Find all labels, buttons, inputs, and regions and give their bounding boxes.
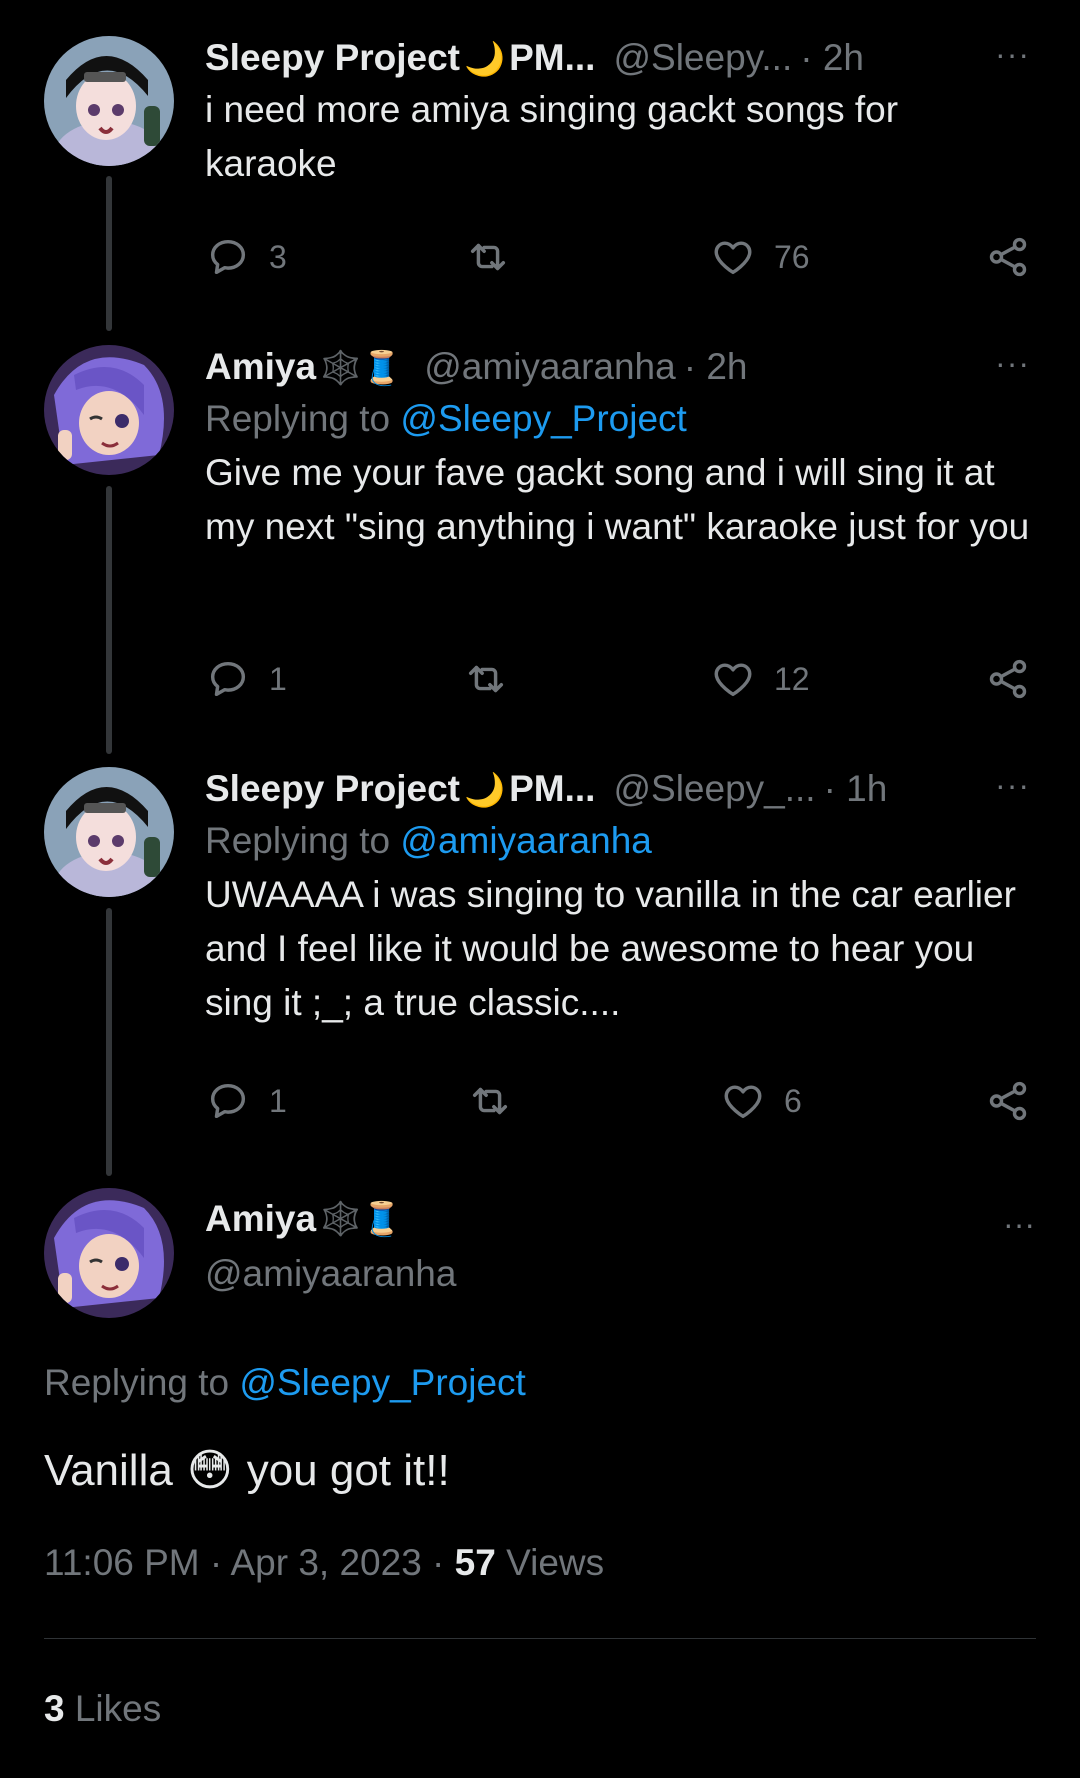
mention-link[interactable]: @amiyaaranha (400, 820, 651, 861)
author-name[interactable]: Sleepy Project (205, 767, 460, 811)
tweet[interactable]: Sleepy Project 🌙 PM... @Sleepy_... · 1h … (205, 767, 1035, 1030)
more-options-icon[interactable]: ··· (995, 767, 1030, 804)
web-thread-emoji: 🕸️🧵 (320, 349, 403, 386)
retweet-icon (470, 243, 506, 271)
author-handle[interactable]: @amiyaaranha (205, 1253, 456, 1295)
heart-icon (714, 241, 752, 275)
retweet-icon (468, 665, 504, 693)
avatar-amiya[interactable] (44, 345, 174, 475)
more-options-icon[interactable]: ··· (995, 36, 1030, 73)
flushed-face-emoji: 😳 (186, 1446, 233, 1495)
tweet[interactable]: Sleepy Project 🌙 PM... @Sleepy... · 2h ·… (205, 36, 1035, 191)
replying-to: Replying to @Sleepy_Project (44, 1362, 526, 1404)
share-button[interactable] (985, 234, 1031, 280)
reply-icon (210, 1083, 246, 1119)
divider (44, 1638, 1036, 1639)
tweet[interactable]: Amiya 🕸️🧵 @amiyaaranha · 2h ··· Replying… (205, 345, 1035, 554)
main-author-name[interactable]: Amiya 🕸️🧵 (205, 1198, 406, 1240)
share-icon (989, 659, 1027, 699)
avatar-sleepy-project[interactable] (44, 36, 174, 166)
reply-button[interactable]: 1 (205, 1078, 287, 1124)
moon-emoji: 🌙 (464, 40, 506, 77)
reply-icon (210, 661, 246, 697)
author-handle[interactable]: @Sleepy_... (613, 767, 815, 811)
more-options-icon[interactable]: ··· (995, 345, 1030, 382)
replying-to-label: Replying to (205, 820, 391, 861)
like-count: 12 (774, 660, 810, 697)
tweet-actions: 3 76 (205, 234, 1035, 284)
tweet-time[interactable]: · 2h (684, 345, 748, 389)
views-label: Views (506, 1542, 605, 1583)
author-handle[interactable]: @Sleepy... (613, 36, 792, 80)
tweet-text-start: Vanilla (44, 1445, 173, 1495)
thread-line (106, 908, 112, 1176)
tweet-text: Vanilla 😳 you got it!! (44, 1445, 450, 1496)
retweet-button[interactable] (465, 234, 529, 280)
moon-emoji: 🌙 (464, 771, 506, 808)
like-count: 76 (774, 238, 810, 275)
author-name[interactable]: Sleepy Project (205, 36, 460, 80)
web-thread-emoji: 🕸️🧵 (320, 1199, 403, 1237)
tweet-text: Give me your fave gackt song and i will … (205, 452, 1030, 547)
avatar-amiya[interactable] (44, 1188, 174, 1318)
author-name[interactable]: Amiya (205, 345, 316, 389)
like-button[interactable]: 6 (720, 1078, 802, 1124)
tweet-time[interactable]: · 1h (824, 767, 888, 811)
author-handle[interactable]: @amiyaaranha (424, 345, 675, 389)
share-button[interactable] (985, 656, 1031, 702)
thread-line (106, 176, 112, 331)
share-icon (989, 1081, 1027, 1121)
retweet-button[interactable] (467, 1078, 531, 1124)
tweet-metadata: 11:06 PM · Apr 3, 2023 · 57 Views (44, 1542, 604, 1584)
tweet-time[interactable]: · 2h (800, 36, 864, 80)
like-button[interactable]: 76 (710, 234, 810, 280)
heart-icon (714, 663, 752, 697)
tweet-text: i need more amiya singing gackt songs fo… (205, 89, 899, 184)
replying-to-label: Replying to (205, 398, 391, 439)
reply-count: 1 (269, 660, 287, 697)
author-name-suffix[interactable]: PM... (509, 36, 595, 80)
author-name-suffix[interactable]: PM... (509, 767, 595, 811)
tweet-text: UWAAAA i was singing to vanilla in the c… (205, 874, 1016, 1023)
likes-summary[interactable]: 3 Likes (44, 1688, 161, 1730)
likes-count: 3 (44, 1688, 65, 1729)
mention-link[interactable]: @Sleepy_Project (400, 398, 686, 439)
retweet-icon (472, 1087, 508, 1115)
like-count: 6 (784, 1082, 802, 1119)
author-name[interactable]: Amiya (205, 1198, 316, 1240)
views-count: 57 (454, 1542, 496, 1583)
thread-line (106, 486, 112, 754)
tweet-timestamp[interactable]: 11:06 PM · Apr 3, 2023 · (44, 1542, 444, 1583)
like-button[interactable]: 12 (710, 656, 810, 702)
reply-count: 3 (269, 238, 287, 275)
likes-label: Likes (74, 1688, 162, 1729)
tweet-actions: 1 6 (205, 1078, 1035, 1128)
share-icon (989, 237, 1027, 277)
replying-to-label: Replying to (44, 1362, 230, 1403)
replying-to: Replying to @amiyaaranha (205, 816, 1035, 866)
retweet-button[interactable] (463, 656, 527, 702)
reply-count: 1 (269, 1082, 287, 1119)
tweet-text-end: you got it!! (246, 1445, 450, 1495)
reply-button[interactable]: 3 (205, 234, 287, 280)
avatar-sleepy-project[interactable] (44, 767, 174, 897)
reply-icon (210, 239, 246, 275)
more-options-icon[interactable]: ··· (1003, 1206, 1035, 1243)
heart-icon (724, 1085, 762, 1119)
reply-button[interactable]: 1 (205, 656, 287, 702)
tweet-actions: 1 12 (205, 656, 1035, 706)
share-button[interactable] (985, 1078, 1031, 1124)
mention-link[interactable]: @Sleepy_Project (239, 1362, 525, 1403)
replying-to: Replying to @Sleepy_Project (205, 394, 1035, 444)
